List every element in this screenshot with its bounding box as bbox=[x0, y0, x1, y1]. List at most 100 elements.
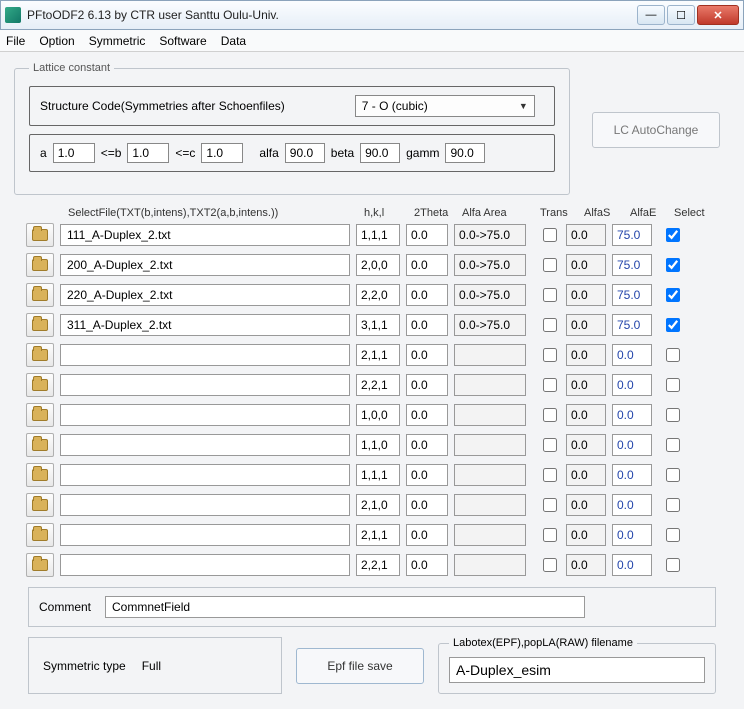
alfas-input[interactable] bbox=[566, 494, 606, 516]
theta-input[interactable] bbox=[406, 284, 448, 306]
alfa-area-input[interactable] bbox=[454, 254, 526, 276]
trans-checkbox[interactable] bbox=[543, 468, 557, 482]
file-input[interactable] bbox=[60, 404, 350, 426]
b-input[interactable] bbox=[127, 143, 169, 163]
trans-checkbox[interactable] bbox=[543, 318, 557, 332]
comment-input[interactable] bbox=[105, 596, 585, 618]
menu-data[interactable]: Data bbox=[221, 34, 246, 48]
hkl-input[interactable] bbox=[356, 344, 400, 366]
trans-checkbox[interactable] bbox=[543, 558, 557, 572]
theta-input[interactable] bbox=[406, 494, 448, 516]
open-file-button[interactable] bbox=[26, 343, 54, 367]
epf-save-button[interactable]: Epf file save bbox=[296, 648, 424, 684]
select-checkbox[interactable] bbox=[666, 378, 680, 392]
open-file-button[interactable] bbox=[26, 223, 54, 247]
open-file-button[interactable] bbox=[26, 313, 54, 337]
beta-input[interactable] bbox=[360, 143, 400, 163]
alfae-input[interactable] bbox=[612, 374, 652, 396]
alfas-input[interactable] bbox=[566, 344, 606, 366]
a-input[interactable] bbox=[53, 143, 95, 163]
file-input[interactable] bbox=[60, 464, 350, 486]
trans-checkbox[interactable] bbox=[543, 498, 557, 512]
theta-input[interactable] bbox=[406, 254, 448, 276]
alfas-input[interactable] bbox=[566, 524, 606, 546]
minimize-button[interactable]: — bbox=[637, 5, 665, 25]
alfas-input[interactable] bbox=[566, 374, 606, 396]
trans-checkbox[interactable] bbox=[543, 378, 557, 392]
alfa-area-input[interactable] bbox=[454, 554, 526, 576]
hkl-input[interactable] bbox=[356, 554, 400, 576]
alfas-input[interactable] bbox=[566, 554, 606, 576]
file-input[interactable] bbox=[60, 344, 350, 366]
theta-input[interactable] bbox=[406, 374, 448, 396]
alfae-input[interactable] bbox=[612, 314, 652, 336]
open-file-button[interactable] bbox=[26, 433, 54, 457]
menu-file[interactable]: File bbox=[6, 34, 25, 48]
alfas-input[interactable] bbox=[566, 464, 606, 486]
maximize-button[interactable]: ☐ bbox=[667, 5, 695, 25]
trans-checkbox[interactable] bbox=[543, 438, 557, 452]
open-file-button[interactable] bbox=[26, 403, 54, 427]
file-input[interactable] bbox=[60, 374, 350, 396]
alfa-area-input[interactable] bbox=[454, 434, 526, 456]
theta-input[interactable] bbox=[406, 464, 448, 486]
file-input[interactable] bbox=[60, 524, 350, 546]
lc-autochange-button[interactable]: LC AutoChange bbox=[592, 112, 720, 148]
hkl-input[interactable] bbox=[356, 224, 400, 246]
file-input[interactable] bbox=[60, 554, 350, 576]
theta-input[interactable] bbox=[406, 524, 448, 546]
alfa-area-input[interactable] bbox=[454, 494, 526, 516]
alfa-area-input[interactable] bbox=[454, 374, 526, 396]
file-input[interactable] bbox=[60, 284, 350, 306]
theta-input[interactable] bbox=[406, 344, 448, 366]
alfa-area-input[interactable] bbox=[454, 314, 526, 336]
select-checkbox[interactable] bbox=[666, 348, 680, 362]
file-input[interactable] bbox=[60, 434, 350, 456]
trans-checkbox[interactable] bbox=[543, 408, 557, 422]
structure-select[interactable]: 7 - O (cubic) ▼ bbox=[355, 95, 535, 117]
file-input[interactable] bbox=[60, 254, 350, 276]
alfae-input[interactable] bbox=[612, 434, 652, 456]
alfae-input[interactable] bbox=[612, 344, 652, 366]
alfae-input[interactable] bbox=[612, 494, 652, 516]
alfae-input[interactable] bbox=[612, 554, 652, 576]
alfa-area-input[interactable] bbox=[454, 404, 526, 426]
hkl-input[interactable] bbox=[356, 314, 400, 336]
select-checkbox[interactable] bbox=[666, 498, 680, 512]
alfas-input[interactable] bbox=[566, 284, 606, 306]
alfa-area-input[interactable] bbox=[454, 464, 526, 486]
select-checkbox[interactable] bbox=[666, 318, 680, 332]
hkl-input[interactable] bbox=[356, 404, 400, 426]
hkl-input[interactable] bbox=[356, 494, 400, 516]
hkl-input[interactable] bbox=[356, 374, 400, 396]
theta-input[interactable] bbox=[406, 224, 448, 246]
alfa-area-input[interactable] bbox=[454, 524, 526, 546]
alfa-area-input[interactable] bbox=[454, 224, 526, 246]
alfas-input[interactable] bbox=[566, 434, 606, 456]
theta-input[interactable] bbox=[406, 554, 448, 576]
menu-option[interactable]: Option bbox=[39, 34, 74, 48]
alfas-input[interactable] bbox=[566, 404, 606, 426]
menu-symmetric[interactable]: Symmetric bbox=[89, 34, 146, 48]
open-file-button[interactable] bbox=[26, 283, 54, 307]
open-file-button[interactable] bbox=[26, 253, 54, 277]
trans-checkbox[interactable] bbox=[543, 258, 557, 272]
select-checkbox[interactable] bbox=[666, 288, 680, 302]
select-checkbox[interactable] bbox=[666, 468, 680, 482]
open-file-button[interactable] bbox=[26, 463, 54, 487]
alfa-input[interactable] bbox=[285, 143, 325, 163]
theta-input[interactable] bbox=[406, 404, 448, 426]
theta-input[interactable] bbox=[406, 434, 448, 456]
theta-input[interactable] bbox=[406, 314, 448, 336]
hkl-input[interactable] bbox=[356, 254, 400, 276]
alfas-input[interactable] bbox=[566, 314, 606, 336]
hkl-input[interactable] bbox=[356, 524, 400, 546]
alfas-input[interactable] bbox=[566, 224, 606, 246]
select-checkbox[interactable] bbox=[666, 558, 680, 572]
select-checkbox[interactable] bbox=[666, 228, 680, 242]
alfa-area-input[interactable] bbox=[454, 344, 526, 366]
alfae-input[interactable] bbox=[612, 224, 652, 246]
open-file-button[interactable] bbox=[26, 553, 54, 577]
file-input[interactable] bbox=[60, 314, 350, 336]
gamm-input[interactable] bbox=[445, 143, 485, 163]
